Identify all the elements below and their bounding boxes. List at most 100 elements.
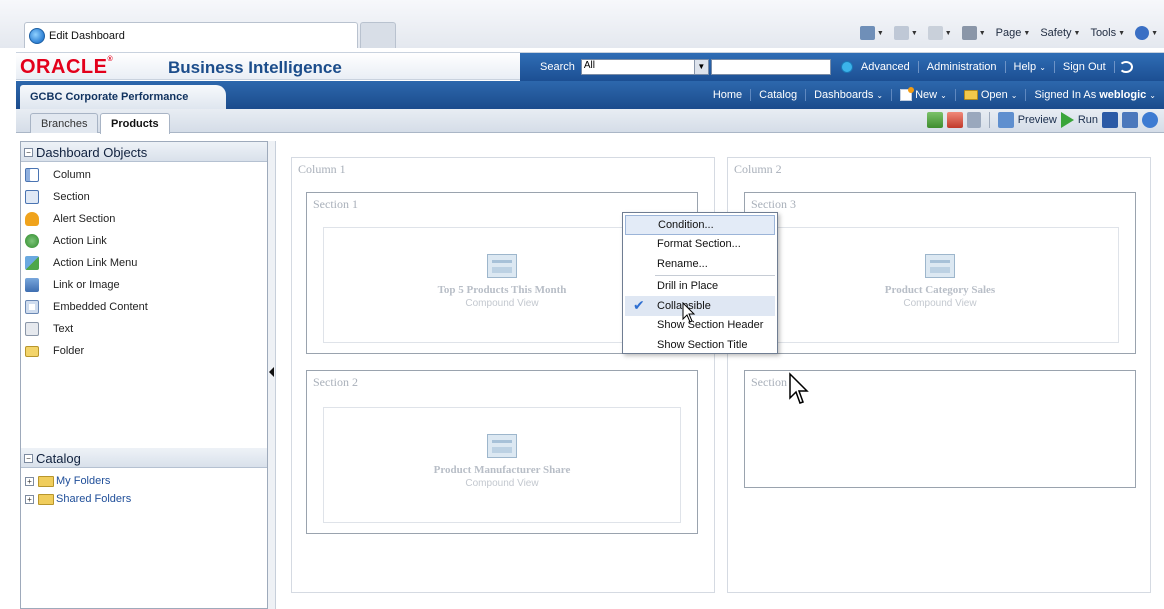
menu-item-show-section-title[interactable]: Show Section Title bbox=[625, 335, 775, 355]
browser-help-button[interactable]: ▼ bbox=[1135, 26, 1158, 40]
object-link-or-image[interactable]: Link or Image bbox=[25, 274, 267, 296]
action-link-menu-icon bbox=[25, 256, 39, 270]
home-icon bbox=[859, 26, 875, 40]
chevron-down-icon: ⌄ bbox=[1010, 90, 1018, 100]
section-2[interactable]: Section 2 Product Manufacturer Share Com… bbox=[306, 370, 698, 534]
home-link[interactable]: Home bbox=[705, 89, 752, 101]
delete-page-icon[interactable] bbox=[946, 112, 963, 128]
new-icon bbox=[900, 87, 915, 101]
print-button[interactable]: ▼ bbox=[961, 26, 986, 40]
expand-icon[interactable]: + bbox=[25, 494, 34, 504]
global-header-nav: Search All ▼ Advanced Administration Hel… bbox=[520, 53, 1164, 81]
link-image-icon bbox=[25, 278, 39, 292]
chevron-down-icon: ⌄ bbox=[1149, 90, 1156, 100]
page-properties-icon[interactable] bbox=[966, 112, 981, 128]
help-menu[interactable]: Help ⌄ bbox=[1006, 61, 1055, 73]
dashboard-nav-links: Home Catalog Dashboards ⌄ New ⌄ Open ⌄ Sign… bbox=[705, 81, 1164, 109]
catalog-my-folders[interactable]: + My Folders bbox=[25, 472, 131, 490]
new-tab-button[interactable] bbox=[360, 22, 396, 48]
section-icon bbox=[25, 190, 39, 204]
save-as-icon[interactable] bbox=[1122, 112, 1138, 128]
object-alert-section[interactable]: Alert Section bbox=[25, 208, 267, 230]
object-action-link[interactable]: Action Link bbox=[25, 230, 267, 252]
home-button[interactable]: ▼ bbox=[859, 26, 884, 40]
add-page-icon[interactable] bbox=[926, 112, 943, 128]
signed-in-menu[interactable]: Signed In As weblogic ⌄ bbox=[1026, 89, 1164, 101]
object-folder[interactable]: Folder bbox=[25, 340, 267, 362]
page-menu[interactable]: Page ▼ bbox=[996, 27, 1031, 39]
chevron-down-icon: ⌄ bbox=[876, 90, 884, 100]
search-scope-select[interactable]: All ▼ bbox=[580, 59, 709, 75]
collapse-icon[interactable]: − bbox=[24, 454, 33, 463]
browser-command-bar: ▼ ▼ ▼ ▼ Page ▼ Safety ▼ Tools ▼ ▼ bbox=[859, 26, 1158, 40]
browser-tab[interactable]: Edit Dashboard bbox=[24, 22, 358, 48]
tab-products[interactable]: Products bbox=[100, 113, 170, 134]
run-icon bbox=[1060, 112, 1074, 128]
tab-branches[interactable]: Branches bbox=[30, 113, 99, 133]
object-section[interactable]: Section bbox=[25, 186, 267, 208]
new-menu[interactable]: New ⌄ bbox=[892, 87, 956, 101]
catalog-shared-folders[interactable]: + Shared Folders bbox=[25, 490, 131, 508]
oracle-logo: ORACLE® bbox=[20, 56, 114, 78]
catalog-header[interactable]: − Catalog bbox=[21, 448, 267, 468]
menu-item-collapsible[interactable]: ✔ Collapsible bbox=[625, 296, 775, 316]
browser-tab-title: Edit Dashboard bbox=[49, 29, 125, 42]
help-icon bbox=[1135, 26, 1150, 40]
dashboard-objects-header[interactable]: − Dashboard Objects bbox=[21, 142, 267, 162]
text-icon bbox=[25, 322, 39, 336]
sign-out-link[interactable]: Sign Out bbox=[1055, 61, 1115, 73]
product-title: Business Intelligence bbox=[168, 58, 342, 77]
menu-item-rename[interactable]: Rename... bbox=[625, 254, 775, 274]
menu-item-drill-in-place[interactable]: Drill in Place bbox=[625, 277, 775, 297]
pane-splitter[interactable] bbox=[268, 141, 276, 609]
obi-header: ORACLE® Business Intelligence Search All… bbox=[16, 52, 1164, 81]
toolbar-divider bbox=[988, 112, 990, 128]
expand-icon[interactable]: + bbox=[25, 476, 34, 486]
dashboards-menu[interactable]: Dashboards ⌄ bbox=[806, 89, 893, 101]
dashboard-title-tab: GCBC Corporate Performance bbox=[20, 85, 226, 109]
section-context-menu: Condition... Format Section... Rename...… bbox=[622, 212, 778, 354]
object-embedded-content[interactable]: Embedded Content bbox=[25, 296, 267, 318]
section-3[interactable]: Section 3 Product Category Sales Compoun… bbox=[744, 192, 1136, 354]
preview-icon bbox=[997, 112, 1014, 128]
object-action-link-menu[interactable]: Action Link Menu bbox=[25, 252, 267, 274]
mouse-cursor-icon bbox=[789, 372, 809, 404]
refresh-icon[interactable] bbox=[1118, 61, 1133, 73]
run-button[interactable]: Run bbox=[1078, 114, 1098, 126]
view-product-manufacturer-share[interactable]: Product Manufacturer Share Compound View bbox=[323, 407, 681, 523]
open-menu[interactable]: Open ⌄ bbox=[956, 89, 1027, 101]
advanced-link[interactable]: Advanced bbox=[853, 61, 919, 73]
folder-icon bbox=[38, 493, 54, 505]
catalog-link[interactable]: Catalog bbox=[751, 89, 807, 101]
safety-menu[interactable]: Safety ▼ bbox=[1040, 27, 1080, 39]
menu-item-format-section[interactable]: Format Section... bbox=[625, 235, 775, 255]
search-label: Search bbox=[540, 61, 575, 73]
view-product-category-sales[interactable]: Product Category Sales Compound View bbox=[761, 227, 1119, 343]
menu-item-show-section-header[interactable]: Show Section Header bbox=[625, 316, 775, 336]
column-label: Column 1 bbox=[298, 162, 346, 176]
chevron-down-icon: ▼ bbox=[693, 60, 708, 74]
object-column[interactable]: Column bbox=[25, 164, 267, 186]
browser-toolbar: Edit Dashboard ▼ ▼ ▼ ▼ Page ▼ Safety ▼ Too… bbox=[0, 0, 1164, 48]
help-icon[interactable] bbox=[1142, 112, 1158, 128]
section-label: Section 1 bbox=[313, 197, 358, 211]
menu-item-condition[interactable]: Condition... bbox=[625, 215, 775, 235]
compound-view-icon bbox=[487, 254, 517, 278]
action-link-icon bbox=[25, 234, 39, 248]
search-input[interactable] bbox=[710, 59, 831, 75]
mail-icon bbox=[927, 26, 943, 40]
preview-button[interactable]: Preview bbox=[1018, 114, 1057, 126]
collapse-left-arrow-icon[interactable] bbox=[269, 367, 274, 377]
chevron-down-icon: ⌄ bbox=[940, 90, 947, 100]
compound-view-icon bbox=[925, 254, 955, 278]
feeds-button[interactable]: ▼ bbox=[893, 26, 918, 40]
search-go-icon[interactable] bbox=[840, 61, 853, 73]
object-text[interactable]: Text bbox=[25, 318, 267, 340]
mail-button[interactable]: ▼ bbox=[927, 26, 952, 40]
save-icon[interactable] bbox=[1102, 112, 1118, 128]
collapse-icon[interactable]: − bbox=[24, 148, 33, 157]
administration-link[interactable]: Administration bbox=[919, 61, 1006, 73]
tools-menu[interactable]: Tools ▼ bbox=[1090, 27, 1125, 39]
catalog-tree: + My Folders + Shared Folders bbox=[25, 472, 131, 508]
column-icon bbox=[25, 168, 39, 182]
